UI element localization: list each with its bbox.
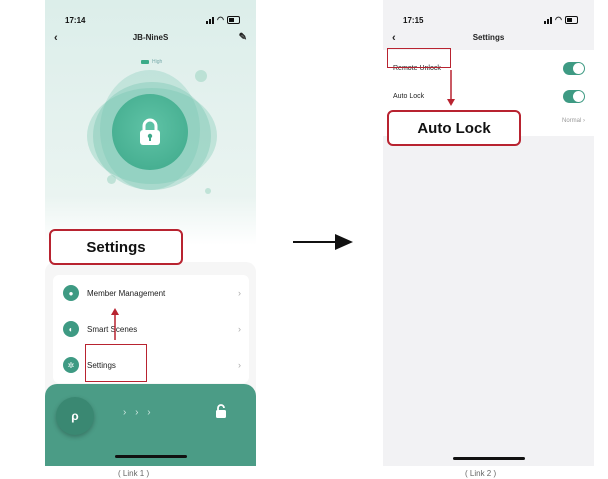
menu-item-label: Member Management (87, 288, 166, 298)
phone-screen-home: 17:14 ◠ ‹ JB-NineS ✎ High ● Member Manag (45, 0, 256, 466)
battery-icon (565, 16, 578, 24)
nav-bar: ‹ JB-NineS ✎ (45, 33, 256, 47)
menu-item-settings[interactable]: ✲ Settings › (53, 347, 249, 383)
signal-icon (206, 16, 215, 24)
battery-icon (227, 16, 240, 24)
callout-auto-lock: Auto Lock (387, 110, 521, 146)
edit-pencil-icon[interactable]: ✎ (239, 33, 247, 43)
auto-lock-mode-value[interactable]: Normal › (562, 118, 585, 124)
unlock-slider-bar[interactable]: ρ › › › (45, 384, 256, 466)
key-icon: ρ (71, 409, 79, 423)
nav-bar: ‹ Settings (383, 33, 594, 47)
wifi-icon: ◠ (555, 15, 562, 24)
signal-icon (544, 16, 553, 24)
chevron-right-icon: › (238, 324, 241, 334)
highlight-remote-unlock (387, 48, 451, 68)
remote-unlock-toggle[interactable] (563, 62, 585, 75)
caption-link-2: ( Link 2 ) (465, 469, 497, 478)
device-menu-list: ● Member Management › ◐ Smart Scenes › ✲… (53, 275, 249, 383)
halo-dot (205, 188, 211, 194)
annotation-arrow-down (447, 70, 455, 106)
unlocked-padlock-icon (216, 404, 226, 418)
home-indicator (453, 457, 525, 460)
battery-level-icon (141, 60, 149, 64)
key-slider-handle[interactable]: ρ (56, 397, 94, 435)
chevron-right-icon: › (238, 288, 241, 298)
setting-label: Auto Lock (393, 93, 425, 100)
device-battery-indicator: High (141, 59, 162, 65)
lock-status-button[interactable] (112, 94, 188, 170)
status-icons: ◠ (544, 16, 578, 24)
transition-arrow (293, 234, 353, 250)
toggle-scene-icon: ◐ (63, 321, 79, 337)
slide-hint-chevrons: › › › (123, 407, 154, 418)
wifi-icon: ◠ (217, 15, 224, 24)
device-title: JB-NineS (132, 33, 169, 42)
status-icons: ◠ (206, 16, 240, 24)
status-bar: 17:14 ◠ (45, 16, 256, 28)
caption-link-1: ( Link 1 ) (118, 469, 150, 478)
annotation-arrow-up (111, 308, 119, 340)
highlight-settings-item (85, 344, 147, 382)
status-time: 17:15 (403, 16, 424, 25)
battery-level-label: High (152, 59, 163, 65)
page-title: Settings (472, 33, 505, 42)
status-bar: 17:15 ◠ (383, 16, 594, 28)
halo-dot (195, 70, 207, 82)
callout-settings: Settings (49, 229, 183, 265)
setting-row-auto-lock[interactable]: Auto Lock (393, 90, 585, 103)
home-indicator (115, 455, 187, 458)
halo-dot (107, 175, 116, 184)
gear-icon: ✲ (63, 357, 79, 373)
person-icon: ● (63, 285, 79, 301)
menu-item-smart-scenes[interactable]: ◐ Smart Scenes › (53, 311, 249, 347)
menu-item-member-management[interactable]: ● Member Management › (53, 275, 249, 311)
auto-lock-toggle[interactable] (563, 90, 585, 103)
status-time: 17:14 (65, 16, 86, 25)
padlock-icon (140, 118, 160, 145)
chevron-right-icon: › (238, 360, 241, 370)
phone-screen-settings: 17:15 ◠ ‹ Settings Remote Unlock Auto Lo… (383, 0, 594, 466)
